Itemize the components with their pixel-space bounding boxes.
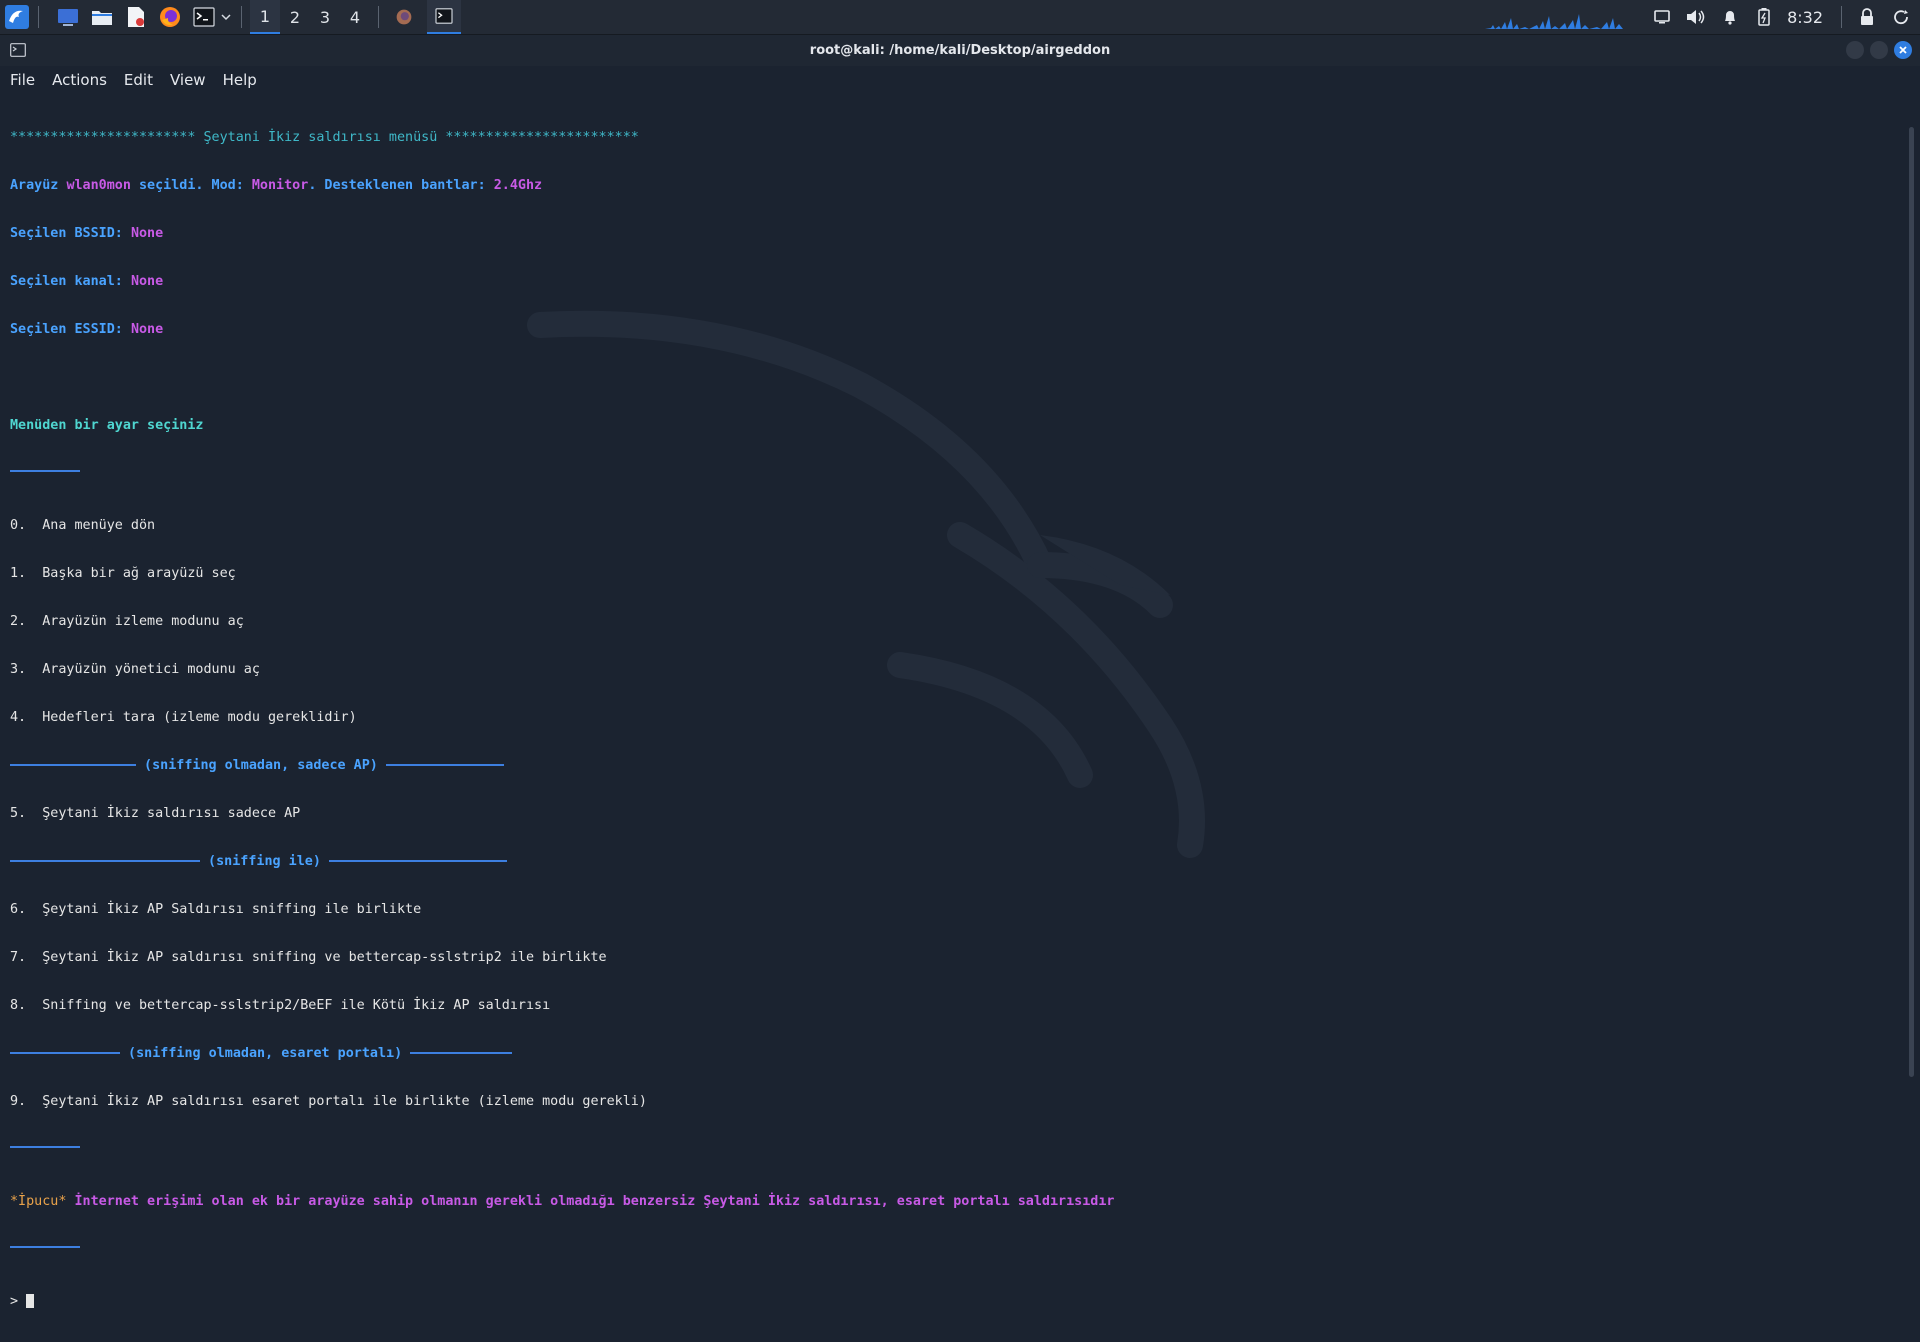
menu-option-0: 0. Ana menüye dön <box>10 518 156 533</box>
desktop-icon[interactable] <box>55 4 81 30</box>
menu-view[interactable]: View <box>170 71 206 89</box>
panel-separator <box>38 6 39 28</box>
workspace-3[interactable]: 3 <box>310 0 340 34</box>
menu-edit[interactable]: Edit <box>124 71 153 89</box>
close-button[interactable] <box>1894 41 1912 59</box>
battery-icon[interactable] <box>1753 6 1775 28</box>
network-activity-graph <box>1485 14 1636 29</box>
window-titlebar[interactable]: root@kali: /home/kali/Desktop/airgeddon <box>0 35 1920 66</box>
menu-option-4: 4. Hedefleri tara (izleme modu gereklidi… <box>10 710 357 725</box>
menu-prompt: Menüden bir ayar seçiniz <box>10 418 204 433</box>
workspace-4[interactable]: 4 <box>340 0 370 34</box>
text-cursor <box>26 1294 35 1308</box>
window-menu-icon[interactable] <box>10 42 26 61</box>
options-underline <box>10 1146 1920 1162</box>
minimize-button[interactable] <box>1846 41 1864 59</box>
window-controls <box>1846 41 1912 59</box>
menu-option-9: 9. Şeytani İkiz AP saldırısı esaret port… <box>10 1094 647 1109</box>
lock-icon[interactable] <box>1856 6 1878 28</box>
menu-option-6: 6. Şeytani İkiz AP Saldırısı sniffing il… <box>10 902 422 917</box>
terminal-output[interactable]: *********************** Şeytani İkiz sal… <box>0 94 1920 1342</box>
prompt-underline <box>10 470 1920 486</box>
section-divider-3: (sniffing olmadan, esaret portalı) <box>10 1046 1920 1062</box>
display-icon[interactable] <box>1651 6 1673 28</box>
notification-bell-icon[interactable] <box>1719 6 1741 28</box>
window-title: root@kali: /home/kali/Desktop/airgeddon <box>809 43 1111 58</box>
panel-separator <box>241 6 242 28</box>
menu-option-2: 2. Arayüzün izleme modunu aç <box>10 614 244 629</box>
terminal-icon[interactable] <box>191 4 217 30</box>
taskbar-window-terminal[interactable] <box>427 0 461 34</box>
bssid-status: Seçilen BSSID: None <box>10 226 164 241</box>
channel-status: Seçilen kanal: None <box>10 274 164 289</box>
taskbar-window-firefox[interactable] <box>387 0 421 34</box>
terminal-scrollbar[interactable] <box>1909 127 1914 1077</box>
system-tray: 8:32 <box>1485 0 1920 34</box>
menu-actions[interactable]: Actions <box>52 71 107 89</box>
volume-icon[interactable] <box>1685 6 1707 28</box>
clock[interactable]: 8:32 <box>1787 8 1823 27</box>
power-icon[interactable] <box>1890 6 1912 28</box>
menu-help[interactable]: Help <box>223 71 257 89</box>
kali-menu-icon[interactable] <box>4 4 30 30</box>
menu-option-1: 1. Başka bir ağ arayüzü seç <box>10 566 236 581</box>
menu-bar: File Actions Edit View Help <box>0 66 1920 94</box>
maximize-button[interactable] <box>1870 41 1888 59</box>
menu-option-5: 5. Şeytani İkiz saldırısı sadece AP <box>10 806 301 821</box>
interface-status: Arayüz wlan0mon seçildi. Mod: Monitor. D… <box>10 178 543 193</box>
file-manager-icon[interactable] <box>89 4 115 30</box>
panel-separator <box>378 6 379 28</box>
chevron-down-icon[interactable] <box>219 4 233 30</box>
menu-option-3: 3. Arayüzün yönetici modunu aç <box>10 662 260 677</box>
close-icon <box>1899 46 1907 54</box>
text-editor-icon[interactable] <box>123 4 149 30</box>
menu-title: Şeytani İkiz saldırısı menüsü <box>195 130 446 145</box>
section-divider-1: (sniffing olmadan, sadece AP) <box>10 758 1920 774</box>
workspace-1[interactable]: 1 <box>250 0 280 34</box>
menu-header: *********************** Şeytani İkiz sal… <box>10 130 639 145</box>
menu-option-7: 7. Şeytani İkiz AP saldırısı sniffing ve… <box>10 950 607 965</box>
terminal-window: root@kali: /home/kali/Desktop/airgeddon … <box>0 35 1920 1309</box>
hint-line: *İpucu* İnternet erişimi olan ek bir ara… <box>10 1194 1115 1209</box>
top-panel: 1 2 3 4 8:32 <box>0 0 1920 35</box>
menu-file[interactable]: File <box>10 71 35 89</box>
hint-underline <box>10 1246 1920 1262</box>
panel-separator <box>1841 6 1842 28</box>
command-prompt[interactable]: > <box>10 1294 1920 1310</box>
firefox-icon[interactable] <box>157 4 183 30</box>
section-divider-2: (sniffing ile) <box>10 854 1920 870</box>
essid-status: Seçilen ESSID: None <box>10 322 164 337</box>
menu-option-8: 8. Sniffing ve bettercap-sslstrip2/BeEF … <box>10 998 551 1013</box>
workspace-2[interactable]: 2 <box>280 0 310 34</box>
